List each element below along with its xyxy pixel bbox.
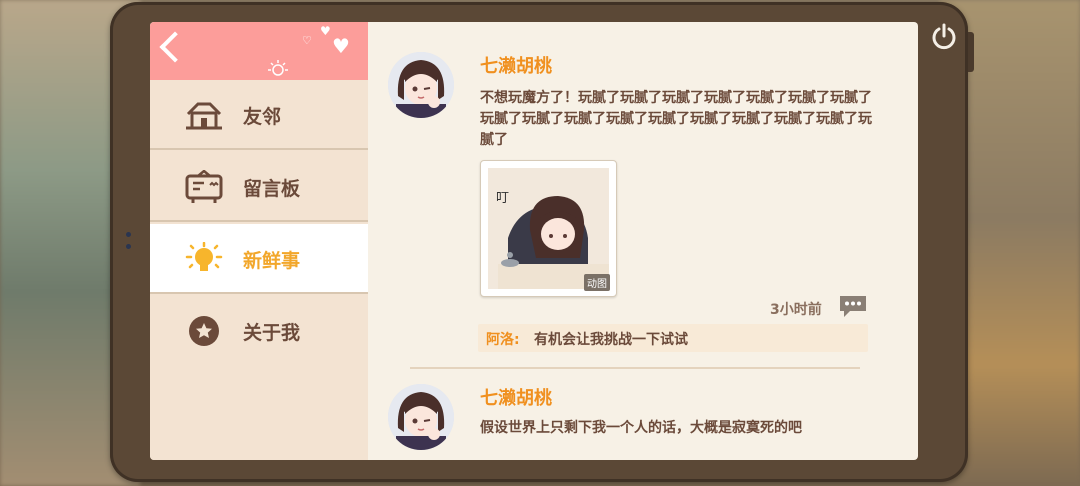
house-icon	[186, 102, 222, 130]
heart-icon: ♡	[302, 34, 312, 47]
gif-badge: 动图	[584, 274, 610, 291]
sticker-caption: 叮	[496, 191, 509, 206]
power-icon	[932, 23, 956, 50]
avatar[interactable]	[388, 52, 454, 118]
sidebar-item-about-me[interactable]: 关于我	[150, 296, 368, 366]
sidebar-item-label: 关于我	[243, 322, 301, 344]
sidebar-item-message-board[interactable]: 留言板	[150, 152, 368, 222]
lightbulb-icon	[185, 242, 223, 271]
sidebar: ♥ ♡ ♥ 友邻 留言板 新鲜事 关于我	[150, 22, 368, 460]
post-author[interactable]: 七濑胡桃	[480, 52, 552, 78]
post-author[interactable]: 七濑胡桃	[480, 384, 552, 410]
back-bar[interactable]: ♥ ♡ ♥	[150, 22, 368, 80]
reply-author[interactable]: 阿洛:	[486, 329, 520, 349]
post-text: 假设世界上只剩下我一个人的话，大概是寂寞死的吧	[480, 420, 802, 436]
chevron-left-icon[interactable]	[159, 31, 191, 63]
sidebar-item-label: 新鲜事	[243, 250, 301, 272]
tablet-frame: ♥ ♡ ♥ 友邻 留言板 新鲜事 关于我 七濑胡桃 不想玩魔方了！玩腻了玩腻了玩…	[110, 2, 974, 482]
sidebar-item-friends[interactable]: 友邻	[150, 80, 368, 150]
avatar[interactable]	[388, 384, 454, 450]
post-image[interactable]: 叮 动图	[480, 160, 617, 297]
comment-icon[interactable]	[838, 294, 868, 318]
star-badge-icon	[189, 316, 219, 346]
sidebar-item-label: 留言板	[243, 178, 301, 200]
heart-icon: ♥	[332, 34, 350, 58]
sidebar-item-label: 友邻	[243, 106, 282, 128]
avatar-portrait	[388, 52, 454, 118]
camera-dot	[126, 232, 131, 237]
camera-dot	[126, 244, 131, 249]
power-button[interactable]	[926, 18, 962, 54]
post-image-content: 叮	[488, 168, 609, 289]
avatar-portrait	[388, 384, 454, 450]
news-feed[interactable]: 七濑胡桃 不想玩魔方了！玩腻了玩腻了玩腻了玩腻了玩腻了玩腻了玩腻了玩腻了玩腻了玩…	[368, 22, 918, 460]
post-timestamp: 3小时前	[770, 302, 822, 318]
sticker-illustration: 叮	[488, 168, 609, 289]
heart-icon: ♥	[320, 24, 331, 38]
post-divider	[410, 367, 860, 369]
reply-item: 阿洛: 有机会让我挑战一下试试	[478, 324, 868, 352]
screen: ♥ ♡ ♥ 友邻 留言板 新鲜事 关于我 七濑胡桃 不想玩魔方了！玩腻了玩腻了玩…	[150, 22, 918, 460]
message-board-icon	[185, 170, 223, 203]
post-text: 不想玩魔方了！玩腻了玩腻了玩腻了玩腻了玩腻了玩腻了玩腻了玩腻了玩腻了玩腻了玩腻了…	[480, 90, 872, 148]
side-button	[968, 32, 974, 72]
sidebar-item-news[interactable]: 新鲜事	[150, 224, 368, 294]
sun-doodle-icon	[268, 60, 288, 76]
reply-text: 有机会让我挑战一下试试	[534, 332, 688, 348]
